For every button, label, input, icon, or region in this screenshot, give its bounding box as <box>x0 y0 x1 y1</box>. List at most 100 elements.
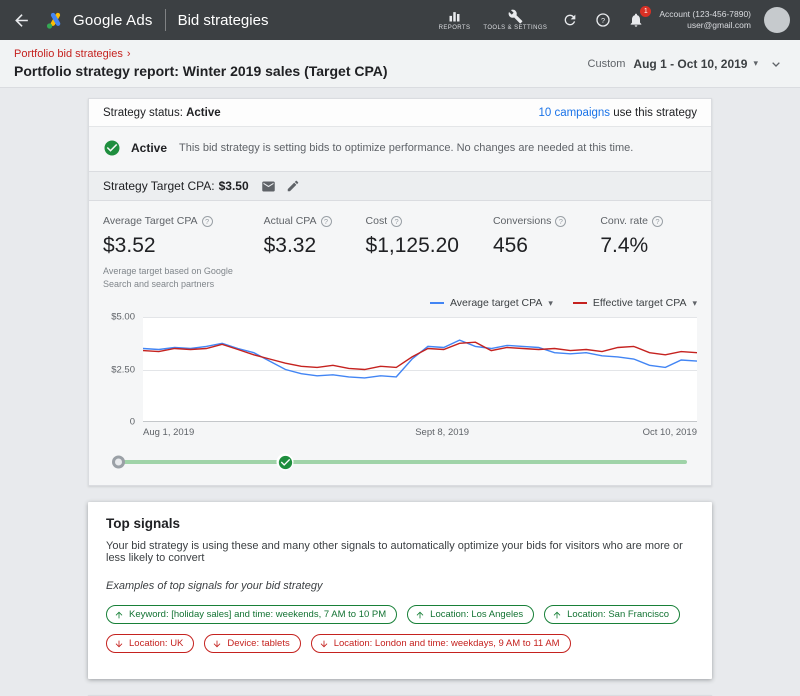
top-signals-card: Top signals Your bid strategy is using t… <box>88 502 712 679</box>
strategy-target-label: Strategy Target CPA: <box>103 179 215 193</box>
reports-label: REPORTS <box>439 25 471 31</box>
chevron-down-icon <box>768 56 784 72</box>
x-tick: Oct 10, 2019 <box>643 427 697 438</box>
page-header: Portfolio bid strategies › Portfolio str… <box>0 40 800 88</box>
help-button[interactable]: ? <box>593 10 613 30</box>
notification-badge: 1 <box>640 6 651 17</box>
arrow-up-icon <box>415 610 425 620</box>
breadcrumb-separator: › <box>127 48 131 60</box>
metric-average-target-cpa: Average Target CPA ? $3.52 Average targe… <box>103 215 254 291</box>
help-circle-icon[interactable]: ? <box>652 216 663 227</box>
svg-text:?: ? <box>601 16 605 25</box>
check-circle-icon <box>277 454 293 470</box>
metric-cost: Cost ? $1,125.20 <box>366 215 459 291</box>
legend-label: Average target CPA <box>450 297 542 309</box>
help-icon: ? <box>595 12 611 28</box>
strategy-status-row: Strategy status: Active 10 campaigns use… <box>89 99 711 127</box>
refresh-icon <box>562 12 578 28</box>
account-email: user@gmail.com <box>659 20 751 31</box>
change-event-marker[interactable] <box>277 454 294 471</box>
date-range-value: Aug 1 - Oct 10, 2019 <box>633 57 747 71</box>
top-app-bar: Google Ads Bid strategies REPORTS TOOLS … <box>0 0 800 40</box>
metric-label: Conv. rate <box>600 215 648 227</box>
signal-text: Device: tablets <box>227 638 289 649</box>
legend-average-target-cpa[interactable]: Average target CPA ▾ <box>430 297 553 309</box>
caret-down-icon: ▾ <box>548 298 553 309</box>
blue-line-swatch <box>430 302 444 304</box>
arrow-up-icon <box>114 610 124 620</box>
signal-text: Location: UK <box>129 638 183 649</box>
topbar-page-title: Bid strategies <box>178 12 269 29</box>
help-circle-icon[interactable]: ? <box>555 216 566 227</box>
metrics-row: Average Target CPA ? $3.52 Average targe… <box>89 201 711 295</box>
date-range-type: Custom <box>588 58 626 70</box>
breadcrumb: Portfolio bid strategies › <box>14 48 388 60</box>
check-circle-icon <box>103 139 121 157</box>
metric-conversions: Conversions ? 456 <box>493 215 566 291</box>
help-circle-icon[interactable]: ? <box>202 216 213 227</box>
signal-text: Location: Los Angeles <box>430 609 523 620</box>
metric-conv-rate: Conv. rate ? 7.4% <box>600 215 663 291</box>
caret-down-icon: ▾ <box>692 298 697 309</box>
positive-signals-row: Keyword: [holiday sales] and time: weeke… <box>106 605 694 624</box>
x-tick: Sept 8, 2019 <box>415 427 469 438</box>
chart-x-axis: Aug 1, 2019 Sept 8, 2019 Oct 10, 2019 <box>143 427 697 443</box>
chart-lines <box>143 317 697 422</box>
campaigns-link-suffix: use this strategy <box>613 107 697 119</box>
account-info[interactable]: Account (123-456-7890) user@gmail.com <box>659 9 751 32</box>
date-range-picker[interactable]: Aug 1 - Oct 10, 2019 ▾ <box>633 57 758 71</box>
help-circle-icon[interactable]: ? <box>391 216 402 227</box>
effective-target-cpa-line <box>143 342 697 369</box>
slider-track[interactable] <box>113 460 687 464</box>
arrow-down-icon <box>114 639 124 649</box>
top-signals-description: Your bid strategy is using these and man… <box>106 540 694 564</box>
arrow-down-icon <box>212 639 222 649</box>
campaigns-link[interactable]: 10 campaigns <box>538 107 610 119</box>
metric-label: Cost <box>366 215 388 227</box>
metric-value: $3.32 <box>264 234 332 258</box>
strategy-status-label: Strategy status: <box>103 107 183 119</box>
google-ads-logo-icon <box>45 10 66 31</box>
back-button[interactable] <box>10 9 33 32</box>
breadcrumb-link-portfolio-bid-strategies[interactable]: Portfolio bid strategies <box>14 48 123 60</box>
tools-settings-label: TOOLS & SETTINGS <box>483 25 547 31</box>
legend-effective-target-cpa[interactable]: Effective target CPA ▾ <box>573 297 697 309</box>
reports-button[interactable]: REPORTS <box>439 9 471 31</box>
top-signals-title: Top signals <box>106 516 694 531</box>
strategy-target-header: Strategy Target CPA: $3.50 <box>89 171 711 201</box>
bar-chart-icon <box>447 9 462 24</box>
tools-settings-button[interactable]: TOOLS & SETTINGS <box>483 9 547 31</box>
metric-label: Actual CPA <box>264 215 317 227</box>
signal-text: Location: London and time: weekdays, 9 A… <box>334 638 560 649</box>
refresh-button[interactable] <box>560 10 580 30</box>
chart-plot-area <box>143 317 697 422</box>
metric-actual-cpa: Actual CPA ? $3.32 <box>264 215 332 291</box>
slider-handle-start[interactable] <box>112 456 125 469</box>
chart-legend: Average target CPA ▾ Effective target CP… <box>89 295 711 317</box>
caret-down-icon: ▾ <box>753 58 758 69</box>
performance-chart: $5.00 $2.50 0 <box>89 317 711 422</box>
signal-pill-negative: Location: London and time: weekdays, 9 A… <box>311 634 571 653</box>
red-line-swatch <box>573 302 587 304</box>
metric-label: Conversions <box>493 215 551 227</box>
product-name: Google Ads <box>73 12 153 29</box>
wrench-icon <box>508 9 523 24</box>
legend-label: Effective target CPA <box>593 297 687 309</box>
edit-target-button[interactable] <box>284 177 302 195</box>
notifications-button[interactable]: 1 <box>626 10 646 30</box>
signal-pill-positive: Location: San Francisco <box>544 605 680 624</box>
simulator-button[interactable] <box>259 177 278 196</box>
help-circle-icon[interactable]: ? <box>321 216 332 227</box>
metric-label: Average Target CPA <box>103 215 198 227</box>
signal-pill-negative: Device: tablets <box>204 634 300 653</box>
content-area: Strategy status: Active 10 campaigns use… <box>0 88 800 696</box>
timeline-slider[interactable] <box>113 449 687 475</box>
x-tick: Aug 1, 2019 <box>143 427 194 438</box>
metric-note: Average target based on Google Search an… <box>103 265 253 291</box>
google-ads-logo[interactable]: Google Ads <box>45 10 153 31</box>
y-tick: 0 <box>130 417 135 428</box>
page-title: Portfolio strategy report: Winter 2019 s… <box>14 63 388 79</box>
collapse-panel-button[interactable] <box>766 54 786 74</box>
avatar[interactable] <box>764 7 790 33</box>
signal-pill-positive: Keyword: [holiday sales] and time: weeke… <box>106 605 397 624</box>
